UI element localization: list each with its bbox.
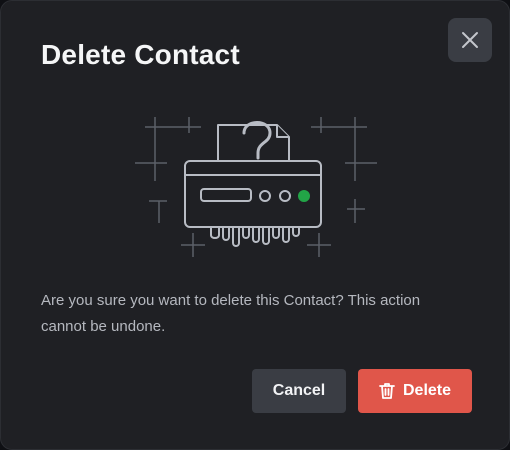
cancel-button[interactable]: Cancel: [252, 369, 346, 413]
close-button[interactable]: [448, 18, 492, 62]
delete-contact-dialog: Delete Contact Are you sure you want to …: [0, 0, 510, 450]
shredder-question-illustration: [135, 117, 377, 257]
dialog-title: Delete Contact: [41, 39, 240, 70]
delete-button[interactable]: Delete: [358, 369, 472, 413]
close-icon: [462, 32, 478, 48]
delete-button-label: Delete: [402, 382, 452, 399]
trash-icon: [379, 382, 395, 400]
cancel-button-label: Cancel: [272, 382, 326, 399]
shredder-body: [184, 160, 322, 247]
confirmation-message: Are you sure you want to delete this Con…: [41, 292, 421, 335]
